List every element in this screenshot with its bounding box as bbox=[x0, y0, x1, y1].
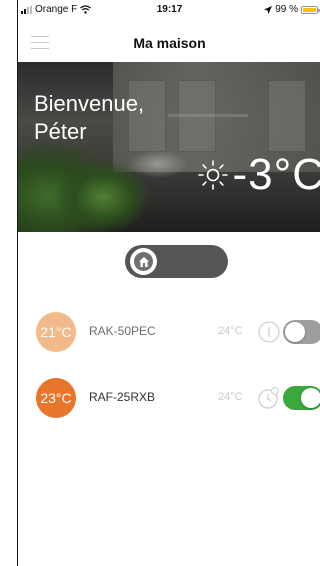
weather-display: -3°C bbox=[197, 153, 320, 197]
set-temperature: 24°C bbox=[218, 391, 243, 403]
app-screen: Orange F 19:17 99 % Ma maison Bienvenue,… bbox=[17, 0, 320, 566]
device-name[interactable]: RAK-50PEC bbox=[89, 324, 156, 338]
location-arrow-icon bbox=[264, 5, 273, 14]
power-switch[interactable] bbox=[283, 320, 320, 344]
battery-percent: 99 % bbox=[275, 4, 298, 15]
device-row[interactable]: 23°C RAF-25RXB 24°C bbox=[18, 377, 320, 419]
home-toggle-knob bbox=[130, 248, 157, 275]
home-away-toggle[interactable] bbox=[125, 245, 228, 278]
nav-bar: Ma maison bbox=[18, 20, 320, 62]
device-row[interactable]: 21°C RAK-50PEC 24°C bbox=[18, 311, 320, 353]
home-icon bbox=[138, 256, 149, 267]
page-title: Ma maison bbox=[133, 35, 206, 51]
status-bar: Orange F 19:17 99 % bbox=[18, 0, 320, 20]
battery-icon bbox=[301, 5, 320, 14]
hero-banner: Bienvenue, Péter -3°C bbox=[18, 62, 320, 232]
switch-knob bbox=[301, 388, 320, 408]
outside-temperature: -3°C bbox=[232, 150, 320, 199]
current-temp-badge: 21°C bbox=[36, 312, 76, 352]
status-right: 99 % bbox=[264, 4, 320, 15]
set-temperature: 24°C bbox=[218, 325, 243, 337]
greeting-user-name: Péter bbox=[34, 119, 87, 144]
power-switch[interactable] bbox=[283, 386, 320, 410]
timer-icon[interactable] bbox=[257, 386, 281, 410]
device-name[interactable]: RAF-25RXB bbox=[89, 390, 155, 404]
info-icon[interactable] bbox=[257, 320, 281, 344]
current-temp-badge: 23°C bbox=[36, 378, 76, 418]
sun-icon bbox=[197, 160, 228, 190]
battery-fill bbox=[303, 7, 316, 12]
greeting: Bienvenue, Péter bbox=[34, 90, 144, 146]
switch-knob bbox=[285, 322, 305, 342]
greeting-line-1: Bienvenue, bbox=[34, 91, 145, 116]
